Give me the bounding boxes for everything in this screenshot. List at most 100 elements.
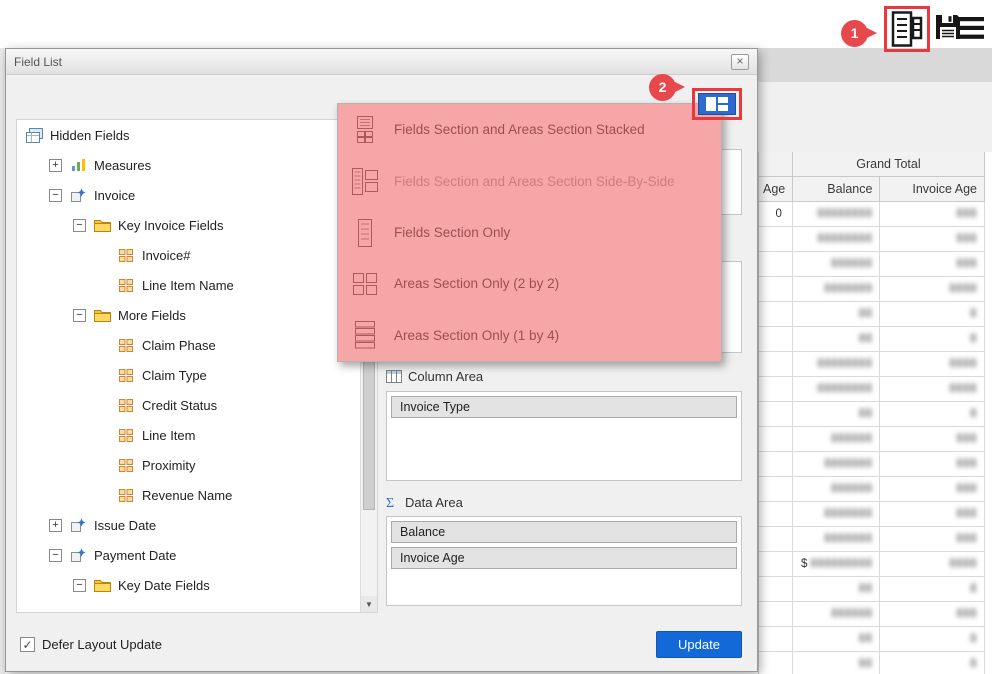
tree-item[interactable]: Claim Phase xyxy=(17,330,359,360)
field-icon xyxy=(117,339,135,352)
hamburger-menu-icon[interactable] xyxy=(956,17,984,39)
layout-menu-items: Fields Section and Areas Section Stacked… xyxy=(338,104,721,361)
folder-icon xyxy=(93,308,111,322)
grid-balance-cell: 88888888 xyxy=(793,377,881,402)
tree-item[interactable]: Claim Type xyxy=(17,360,359,390)
field-icon xyxy=(117,249,135,262)
layout-menu-item[interactable]: Fields Section Only xyxy=(338,207,721,258)
tree-item[interactable]: Hidden Fields xyxy=(17,120,359,150)
grid-balance-cell: 8888888 xyxy=(793,452,881,477)
tree-item-label: Measures xyxy=(94,158,151,173)
layout-menu-item[interactable]: Fields Section and Areas Section Stacked xyxy=(338,104,721,155)
checkbox-checked-icon[interactable]: ✓ xyxy=(20,637,35,652)
tree-item[interactable]: −Key Invoice Fields xyxy=(17,210,359,240)
grid-balance-cell: 8888888 xyxy=(793,502,881,527)
collapse-icon[interactable]: − xyxy=(73,309,86,322)
field-chip[interactable]: Invoice Type xyxy=(391,396,737,418)
grid-row: 8888888888 xyxy=(759,527,985,552)
tree-item[interactable]: Proximity xyxy=(17,450,359,480)
collapse-icon[interactable]: − xyxy=(73,579,86,592)
tree-item[interactable]: Line Item xyxy=(17,420,359,450)
app-background-band2 xyxy=(758,82,992,152)
tree-item[interactable]: +Issue Date xyxy=(17,510,359,540)
expand-icon[interactable]: + xyxy=(49,159,62,172)
grid-clipped-cell xyxy=(759,427,793,452)
grid-row: 888888888 xyxy=(759,602,985,627)
tree-item[interactable]: Credit Status xyxy=(17,390,359,420)
redacted-value: 8 xyxy=(970,408,977,420)
data-area-box[interactable]: Balance Invoice Age xyxy=(386,516,742,606)
close-icon[interactable]: × xyxy=(731,54,749,70)
layout-menu-item-label: Fields Section Only xyxy=(394,225,510,240)
annotation-step-1: 1 xyxy=(841,20,868,47)
layout-menu-item[interactable]: Areas Section Only (1 by 4) xyxy=(338,310,721,361)
expand-icon[interactable]: + xyxy=(49,519,62,532)
grid-invoice-age-cell: 888 xyxy=(880,477,985,502)
redacted-value: 8 xyxy=(970,633,977,645)
grid-row: 8888888888 xyxy=(759,502,985,527)
grid-clipped-cell xyxy=(759,252,793,277)
grid-invoice-age-cell: 888 xyxy=(880,227,985,252)
grid-invoice-age-cell: 8888 xyxy=(880,377,985,402)
measures-icon xyxy=(69,158,87,172)
layout-menu-item[interactable]: Areas Section Only (2 by 2) xyxy=(338,258,721,309)
tree-item[interactable]: Revenue Name xyxy=(17,480,359,510)
tree-item[interactable]: Line Item Name xyxy=(17,270,359,300)
tree-item[interactable]: + Measures xyxy=(17,150,359,180)
tree-item[interactable]: −More Fields xyxy=(17,300,359,330)
annotation-step-2-number: 2 xyxy=(659,79,667,95)
redacted-value: 88 xyxy=(859,308,873,320)
grid-balance-cell: 88888888 xyxy=(793,227,881,252)
grid-row: 888 xyxy=(759,327,985,352)
field-chip[interactable]: Invoice Age xyxy=(391,547,737,569)
redacted-value: 888 xyxy=(956,508,977,520)
grid-row: 888 xyxy=(759,577,985,602)
layout-selector-button[interactable] xyxy=(698,93,736,115)
tree-item[interactable]: Invoice# xyxy=(17,240,359,270)
field-list-icon[interactable] xyxy=(891,11,923,47)
grid-clipped-cell: 0 xyxy=(759,202,793,227)
redacted-value: 888 xyxy=(956,458,977,470)
layout-areas-2x2-icon xyxy=(351,273,379,295)
field-chip[interactable]: Balance xyxy=(391,521,737,543)
grid-invoice-age-cell: 888 xyxy=(880,502,985,527)
layout-menu-item[interactable]: Fields Section and Areas Section Side-By… xyxy=(338,155,721,206)
dialog-titlebar[interactable]: Field List × xyxy=(6,49,757,75)
grid-row: 888888888 xyxy=(759,477,985,502)
grid-row: 888 xyxy=(759,302,985,327)
fields-tree: Hidden Fields + Measures −Invoice−Key Invoi… xyxy=(16,119,378,613)
collapse-icon[interactable]: − xyxy=(49,549,62,562)
grid-balance-cell: 88888888 xyxy=(793,352,881,377)
grid-clipped-cell xyxy=(759,327,793,352)
grid-invoice-age-header: Invoice Age xyxy=(880,177,985,202)
update-button[interactable]: Update xyxy=(656,631,742,658)
column-area-box[interactable]: Invoice Type xyxy=(386,391,742,481)
grid-clipped-cell xyxy=(759,627,793,652)
tree-item-label: Invoice# xyxy=(142,248,190,263)
layout-menu-item-label: Areas Section Only (2 by 2) xyxy=(394,276,559,291)
tree-item[interactable]: −Payment Date xyxy=(17,540,359,570)
grid-balance-cell: 888888 xyxy=(793,477,881,502)
redacted-value: 888 xyxy=(956,533,977,545)
grid-balance-cell: $888888888 xyxy=(793,552,881,577)
currency-prefix: $ xyxy=(801,558,807,570)
grid-balance-cell: 88 xyxy=(793,302,881,327)
scroll-down-icon[interactable]: ▼ xyxy=(361,596,377,612)
grid-balance-cell: 888888 xyxy=(793,427,881,452)
grid-invoice-age-cell: 8 xyxy=(880,627,985,652)
fields-tree-rows: Hidden Fields + Measures −Invoice−Key Invoi… xyxy=(17,120,359,600)
redacted-value: 888888 xyxy=(831,258,872,270)
tree-item[interactable]: −Key Date Fields xyxy=(17,570,359,600)
grid-row: 888 xyxy=(759,402,985,427)
defer-layout-update-checkbox[interactable]: ✓ Defer Layout Update xyxy=(20,637,162,652)
grid-row: 088888888888 xyxy=(759,202,985,227)
column-area-label: Column Area xyxy=(386,369,483,384)
grid-clipped-cell xyxy=(759,452,793,477)
collapse-icon[interactable]: − xyxy=(73,219,86,232)
grid-row: 888888888 xyxy=(759,252,985,277)
field-list-button-highlight-box xyxy=(884,6,930,52)
app-background-band xyxy=(758,48,992,82)
collapse-icon[interactable]: − xyxy=(49,189,62,202)
tree-item[interactable]: −Invoice xyxy=(17,180,359,210)
layout-button-highlight-box xyxy=(692,88,742,120)
